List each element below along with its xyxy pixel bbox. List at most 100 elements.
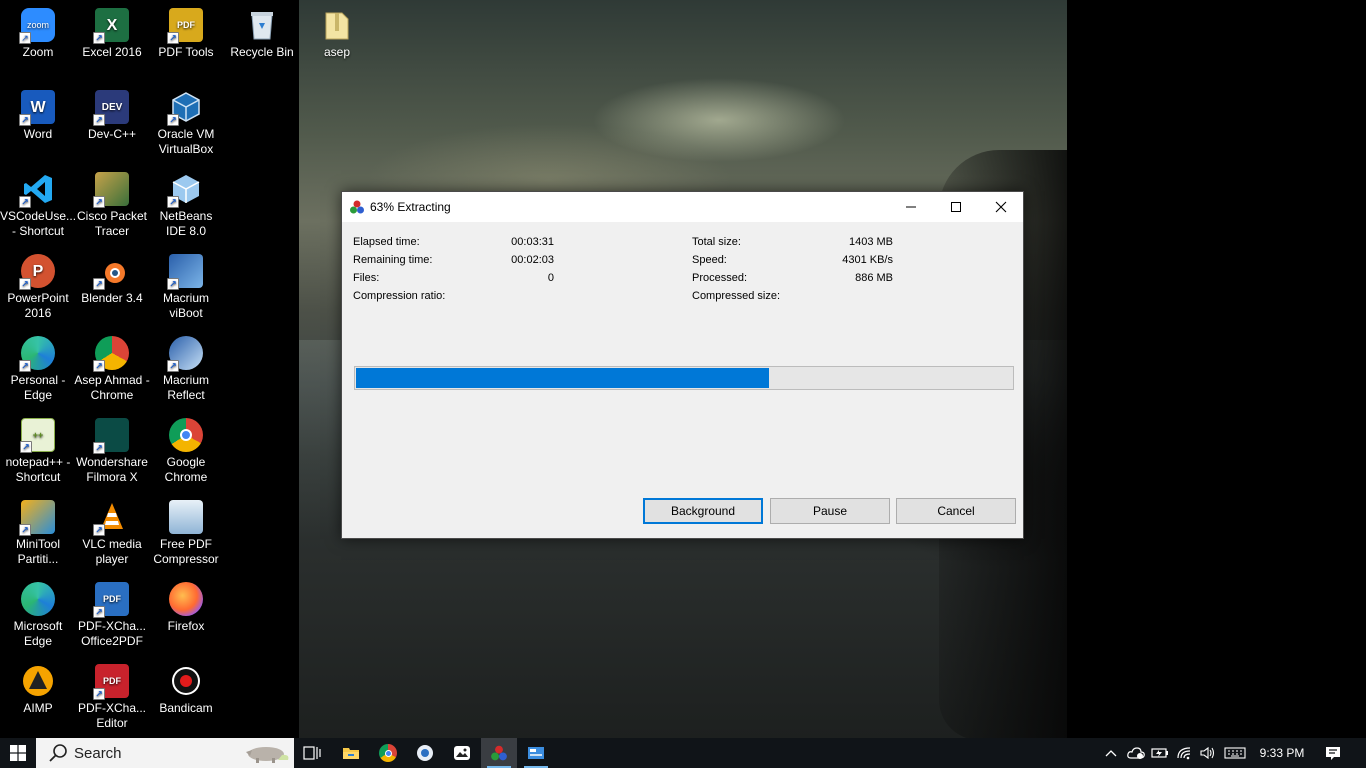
desktop-icon-minitool[interactable]: ↗ MiniTool Partiti... (0, 496, 76, 567)
background-button[interactable]: Background (643, 498, 763, 524)
desktop-icon-chrome-profile[interactable]: ↗ Asep Ahmad - Chrome (74, 332, 150, 403)
tray-volume[interactable] (1197, 738, 1219, 768)
taskbar-file-explorer[interactable] (333, 738, 369, 768)
processed-value: 886 MB (855, 272, 893, 284)
desktop-icon-cisco-packet-tracer[interactable]: ↗ Cisco Packet Tracer (74, 168, 150, 239)
photos-icon (454, 746, 470, 760)
speed-value: 4301 KB/s (842, 254, 893, 266)
desktop-icon-label: PowerPoint 2016 (7, 291, 69, 320)
desktop-icon-firefox[interactable]: Firefox (148, 578, 224, 634)
globe-icon (417, 745, 433, 761)
desktop-icon-label: PDF-XCha... Editor (77, 701, 146, 730)
desktop-icon-powerpoint[interactable]: P ↗ PowerPoint 2016 (0, 250, 76, 321)
desktop-icon-pdfxchange-office2pdf[interactable]: PDF ↗ PDF-XCha... Office2PDF (74, 578, 150, 649)
taskbar-chrome[interactable] (370, 738, 406, 768)
close-button[interactable] (978, 192, 1024, 222)
desktop-icon-google-chrome[interactable]: Google Chrome (148, 414, 224, 485)
taskbar: Search 9:33 PM (0, 738, 1366, 768)
aimp-icon (21, 664, 55, 698)
dialog-titlebar[interactable]: 63% Extracting (342, 192, 1023, 222)
desktop-icon-vlc[interactable]: ↗ VLC media player (74, 496, 150, 567)
desktop-icon-label: MiniTool Partiti... (15, 537, 60, 566)
desktop-icon-label: VSCodeUse... - Shortcut (0, 209, 77, 238)
desktop-icon-label: Dev-C++ (87, 127, 137, 141)
desktop-icon-label: Personal - Edge (10, 373, 66, 402)
desktop-icon-recycle-bin[interactable]: Recycle Bin (224, 4, 300, 60)
desktop-icon-filmora[interactable]: ↗ Wondershare Filmora X (74, 414, 150, 485)
chrome-icon (379, 744, 397, 762)
desktop-icon-label: Excel 2016 (82, 45, 142, 59)
taskbar-search-box[interactable]: Search (36, 738, 294, 768)
desktop-icon-pdfxchange-editor[interactable]: PDF ↗ PDF-XCha... Editor (74, 660, 150, 731)
windows-icon (10, 745, 26, 761)
desktop-icon-macrium-viboot[interactable]: ↗ Macrium viBoot (148, 250, 224, 321)
desktop-icon-notepadpp[interactable]: ++ ↗ notepad++ - Shortcut (0, 414, 76, 485)
cloud-icon (1127, 747, 1145, 759)
desktop-icon-free-pdf-compressor[interactable]: Free PDF Compressor (148, 496, 224, 567)
desktop-icon-asep[interactable]: asep (299, 4, 375, 60)
keyboard-icon (1224, 747, 1246, 759)
desktop-icon-label: Google Chrome (164, 455, 208, 484)
desktop-icon-virtualbox[interactable]: ↗ Oracle VM VirtualBox (148, 86, 224, 157)
free-pdf-compressor-icon (169, 500, 203, 534)
desktop-icon-label: PDF-XCha... Office2PDF (77, 619, 146, 648)
minimize-button[interactable] (888, 192, 934, 222)
desktop-icon-label: Microsoft Edge (13, 619, 63, 648)
desktop-icon-label: Oracle VM VirtualBox (157, 127, 215, 156)
desktop-icon-aimp[interactable]: AIMP (0, 660, 76, 716)
desktop-icon-devcpp[interactable]: DEV ↗ Dev-C++ (74, 86, 150, 142)
maximize-icon (951, 202, 961, 212)
files-value: 0 (547, 272, 554, 284)
macrium-viboot-icon: ↗ (167, 254, 203, 290)
desktop-icon-personal-edge[interactable]: ↗ Personal - Edge (0, 332, 76, 403)
task-view-button[interactable] (294, 738, 330, 768)
tray-keyboard[interactable] (1221, 738, 1249, 768)
firefox-icon (169, 582, 203, 616)
task-view-icon (303, 746, 321, 760)
desktop-icon-label: asep (323, 45, 351, 59)
desktop-icon-label: Macrium Reflect (162, 373, 209, 402)
show-hidden-icons-button[interactable] (1100, 738, 1122, 768)
desktop-icon-label: notepad++ - Shortcut (5, 455, 71, 484)
desktop-icon-word[interactable]: W ↗ Word (0, 86, 76, 142)
cancel-button[interactable]: Cancel (896, 498, 1016, 524)
tray-cloud-sync[interactable] (1124, 738, 1148, 768)
file-explorer-icon (343, 748, 359, 759)
tray-battery[interactable] (1149, 738, 1171, 768)
desktop-icon-zoom[interactable]: zoom ↗ Zoom (0, 4, 76, 60)
taskbar-clock[interactable]: 9:33 PM (1252, 738, 1312, 768)
desktop-icon-pdf-tools[interactable]: PDF ↗ PDF Tools (148, 4, 224, 60)
battery-icon (1151, 748, 1168, 758)
edge-icon: ↗ (19, 336, 55, 372)
maximize-button[interactable] (933, 192, 979, 222)
taskbar-control-panel[interactable] (518, 738, 554, 768)
desktop-icon-label: Free PDF Compressor (153, 537, 219, 566)
chrome-icon: ↗ (93, 336, 129, 372)
elapsed-time-value: 00:03:31 (511, 236, 554, 248)
start-button[interactable] (0, 738, 36, 768)
action-center-button[interactable] (1318, 738, 1348, 768)
archiver-app-icon (349, 199, 365, 215)
desktop-icon-netbeans[interactable]: ↗ NetBeans IDE 8.0 (148, 168, 224, 239)
desktop-icon-label: NetBeans IDE 8.0 (159, 209, 213, 238)
filmora-icon: ↗ (93, 418, 129, 454)
desktop-icon-microsoft-edge[interactable]: Microsoft Edge (0, 578, 76, 649)
desktop-icon-vscode[interactable]: ↗ VSCodeUse... - Shortcut (0, 168, 76, 239)
taskbar-network-app[interactable] (407, 738, 443, 768)
notification-icon (1326, 747, 1340, 760)
pause-button[interactable]: Pause (770, 498, 890, 524)
tray-wifi[interactable] (1173, 738, 1197, 768)
desktop-icon-macrium-reflect[interactable]: ↗ Macrium Reflect (148, 332, 224, 403)
desktop-icon-label: VLC media player (82, 537, 142, 566)
taskbar-archiver-active[interactable] (481, 738, 517, 768)
desktop-icon-blender[interactable]: ↗ Blender 3.4 (74, 250, 150, 306)
desktop-icon-bandicam[interactable]: Bandicam (148, 660, 224, 716)
total-size-label: Total size: (692, 236, 741, 248)
zip-folder-icon (320, 8, 354, 42)
desktop-icon-label: Recycle Bin (230, 45, 294, 59)
desktop-icon-excel[interactable]: X ↗ Excel 2016 (74, 4, 150, 60)
pdfxchange-icon: PDF ↗ (93, 582, 129, 618)
notepadpp-icon: ++ ↗ (20, 418, 55, 453)
desktop-icon-label: Firefox (167, 619, 205, 633)
taskbar-photos[interactable] (444, 738, 480, 768)
